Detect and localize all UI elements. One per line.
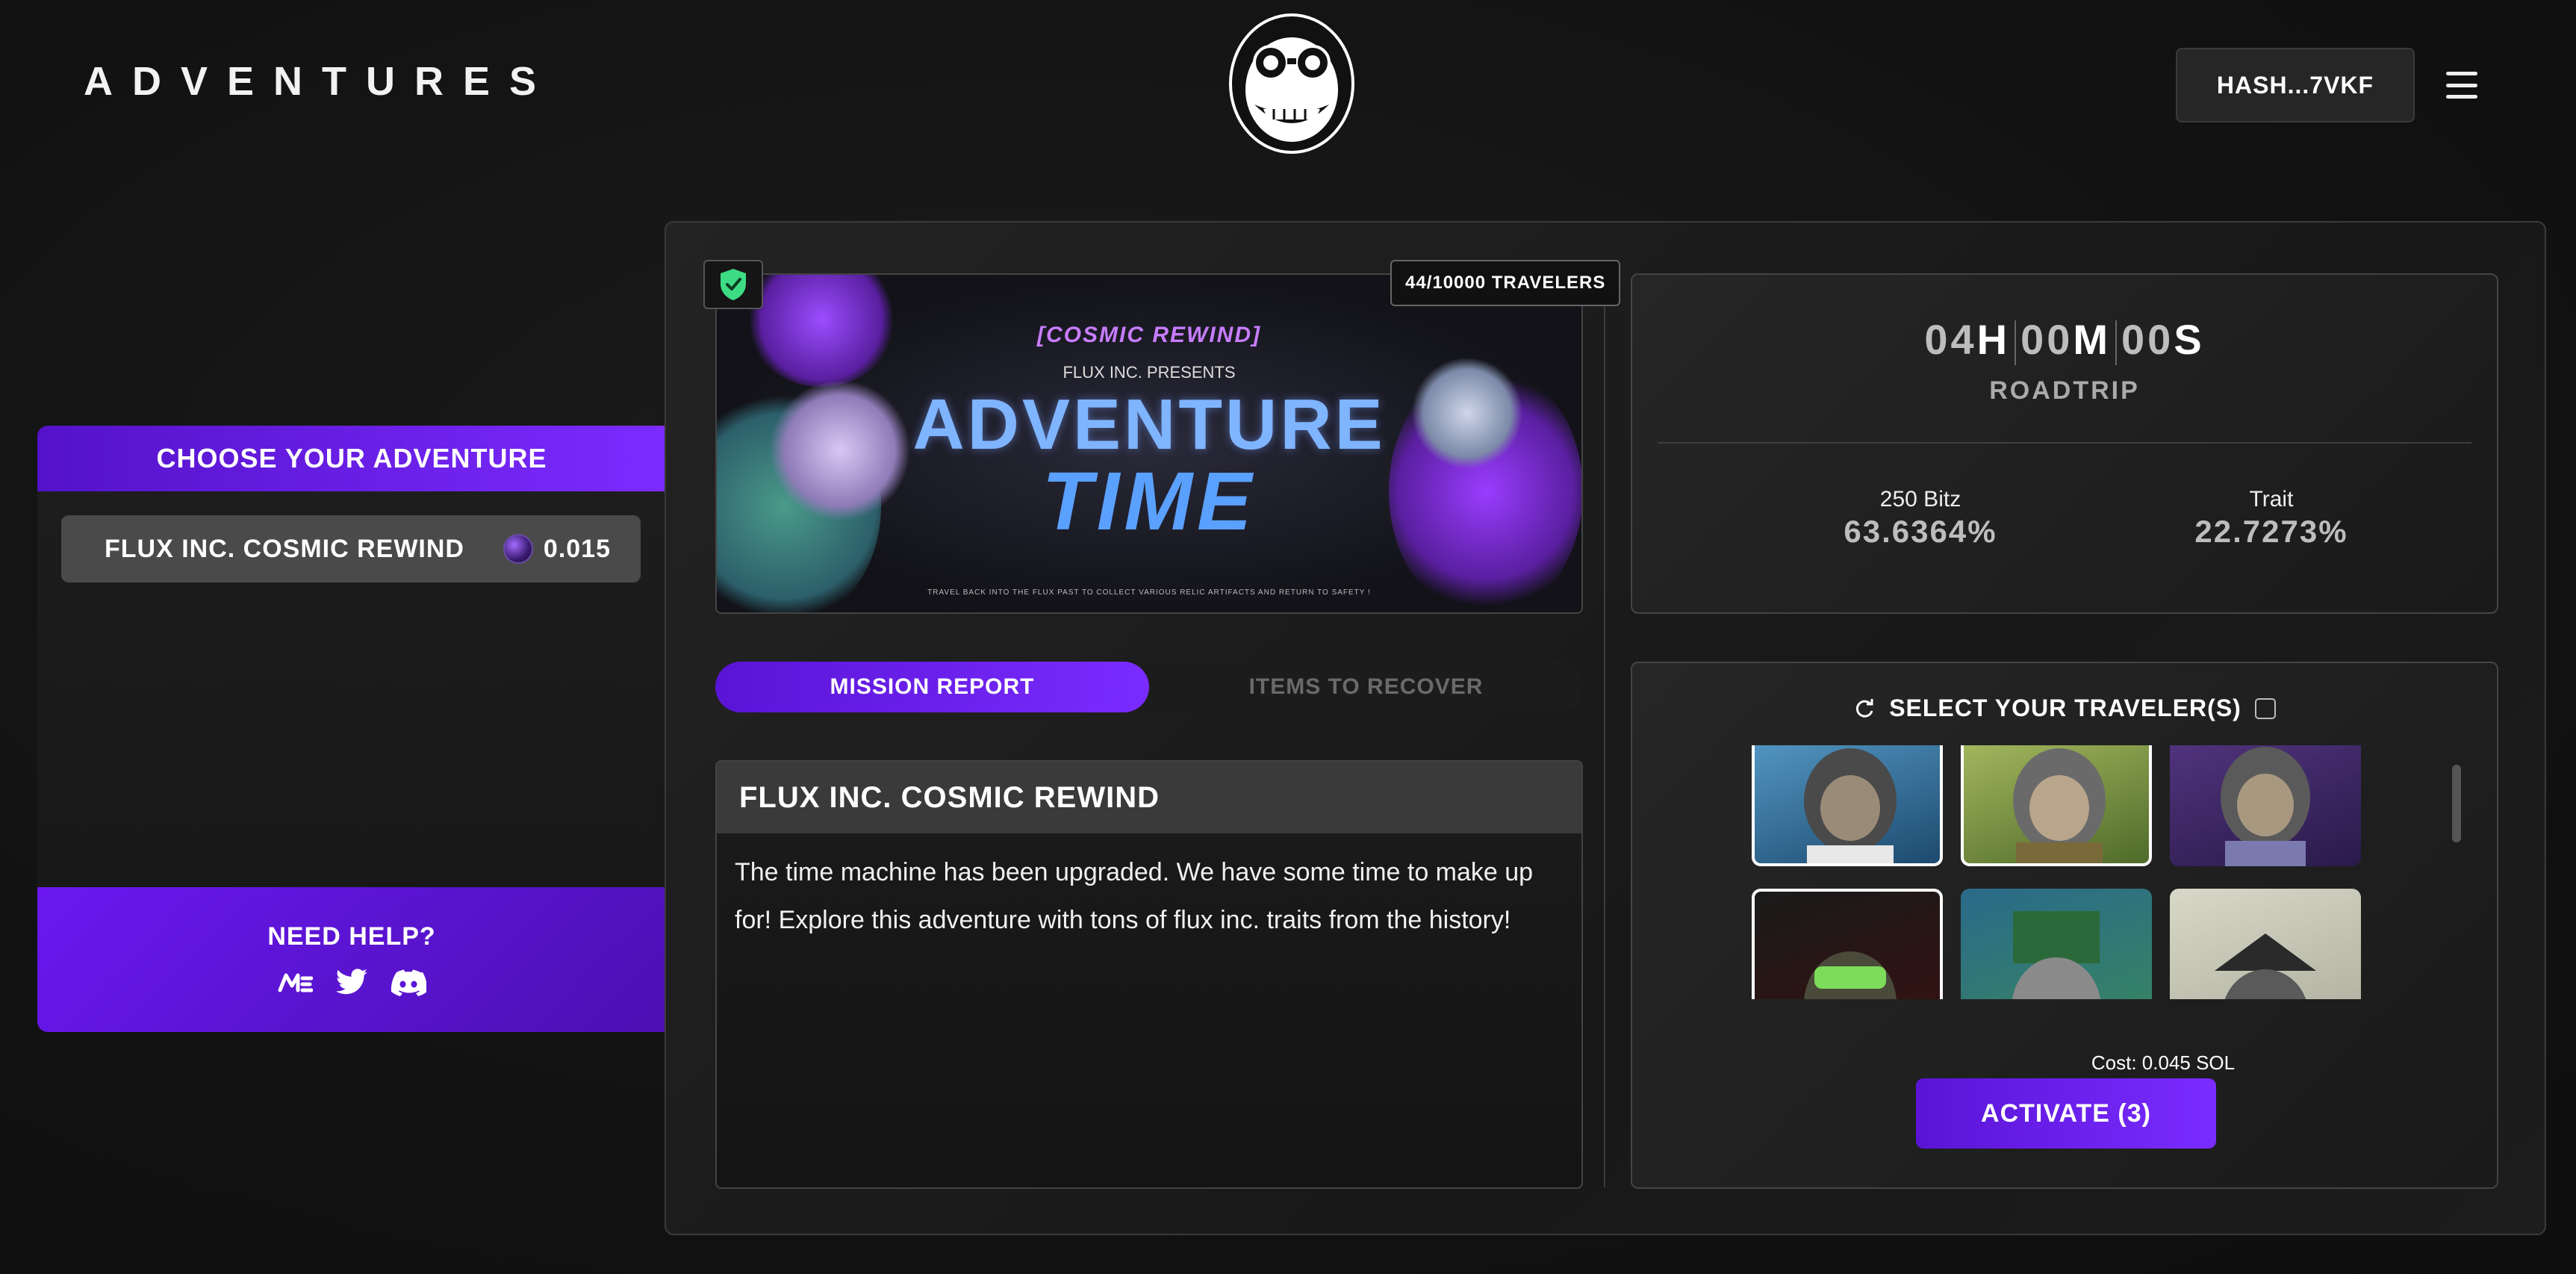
adventure-item-cosmic-rewind[interactable]: FLUX INC. COSMIC REWIND 0.015 — [61, 515, 641, 582]
brand-title[interactable]: ADVENTURES — [84, 58, 556, 105]
banner-time-text: TIME — [1042, 456, 1257, 547]
stat-trait: Trait 22.7273% — [2159, 487, 2383, 550]
traveler-thumb[interactable] — [2170, 889, 2361, 999]
countdown-timer: 04H 00M 00S — [1632, 315, 2497, 366]
adventure-sidebar: CHOOSE YOUR ADVENTURE FLUX INC. COSMIC R… — [37, 426, 666, 1032]
traveler-select-card: SELECT YOUR TRAVELER(S) Cost: 0.045 SOL … — [1631, 662, 2498, 1189]
tab-mission-report[interactable]: MISSION REPORT — [715, 662, 1149, 712]
timer-label: ROADTRIP — [1989, 376, 2140, 405]
sidebar-title: CHOOSE YOUR ADVENTURE — [37, 426, 666, 491]
traveler-thumb[interactable] — [2170, 745, 2361, 866]
timer-hours-unit: H — [1976, 316, 2011, 363]
twitter-icon[interactable] — [334, 968, 370, 998]
traveler-select-title: SELECT YOUR TRAVELER(S) — [1889, 695, 2241, 721]
traveler-grid — [1752, 745, 2401, 999]
timer-seconds: 00 — [2121, 316, 2174, 363]
stat-label: Trait — [2249, 487, 2294, 512]
traveler-grid-scrollbar[interactable] — [2452, 765, 2461, 842]
traveler-thumb[interactable] — [1961, 745, 2152, 866]
adventure-item-cost: 0.015 — [543, 534, 611, 563]
timer-seconds-unit: S — [2174, 316, 2205, 363]
mission-report-card: FLUX INC. COSMIC REWIND The time machine… — [715, 760, 1583, 1189]
banner-footer-text: TRAVEL BACK INTO THE FLUX PAST TO COLLEC… — [927, 588, 1371, 597]
traveler-thumb[interactable] — [1752, 745, 1943, 866]
mission-report-body: The time machine has been upgraded. We h… — [735, 858, 1534, 934]
traveler-thumb[interactable] — [1961, 889, 2152, 999]
help-section: NEED HELP? — [37, 887, 666, 1032]
tab-items-to-recover[interactable]: ITEMS TO RECOVER — [1149, 662, 1583, 712]
ape-logo[interactable] — [1225, 9, 1359, 155]
menu-icon[interactable] — [2446, 72, 2477, 99]
panel-divider — [1604, 272, 1605, 1187]
stat-label: 250 Bitz — [1879, 487, 1961, 512]
adventure-item-label: FLUX INC. COSMIC REWIND — [105, 534, 464, 563]
timer-hours: 04 — [1924, 316, 1977, 363]
traveler-thumb[interactable] — [1752, 889, 1943, 999]
coin-icon — [503, 534, 533, 564]
mission-tabs: MISSION REPORT ITEMS TO RECOVER — [715, 662, 1583, 712]
timer-minutes: 00 — [2020, 316, 2073, 363]
stat-value: 63.6364% — [1844, 514, 1997, 549]
timer-card: 04H 00M 00S ROADTRIP 250 Bitz 63.6364% Tra… — [1631, 273, 2498, 614]
banner-presents-text: FLUX INC. PRESENTS — [1063, 363, 1236, 382]
mission-report-title: FLUX INC. COSMIC REWIND — [717, 762, 1581, 833]
select-all-checkbox[interactable] — [2254, 697, 2276, 719]
adventure-banner: [COSMIC REWIND] FLUX INC. PRESENTS ADVEN… — [715, 273, 1583, 614]
activate-button[interactable]: ACTIVATE (3) — [1916, 1078, 2216, 1149]
refresh-icon[interactable] — [1853, 697, 1876, 720]
help-title: NEED HELP? — [267, 922, 436, 951]
ape-logo-icon — [1229, 13, 1354, 154]
travelers-count-badge: 44/10000 TRAVELERS — [1390, 260, 1621, 306]
adventure-panel: [COSMIC REWIND] FLUX INC. PRESENTS ADVEN… — [665, 221, 2546, 1235]
wallet-button[interactable]: HASH...7VKF — [2176, 48, 2415, 122]
traveler-select-header: SELECT YOUR TRAVELER(S) — [1632, 695, 2497, 722]
banner-cosmic-text: [COSMIC REWIND] — [1037, 323, 1261, 347]
magic-eden-icon[interactable] — [277, 968, 313, 998]
verified-shield-icon — [703, 260, 763, 309]
timer-minutes-unit: M — [2073, 316, 2112, 363]
stat-value: 22.7273% — [2194, 514, 2348, 549]
discord-icon[interactable] — [391, 968, 426, 998]
activation-cost: Cost: 0.045 SOL — [2091, 1051, 2236, 1074]
stat-bitz: 250 Bitz 63.6364% — [1808, 487, 2032, 550]
